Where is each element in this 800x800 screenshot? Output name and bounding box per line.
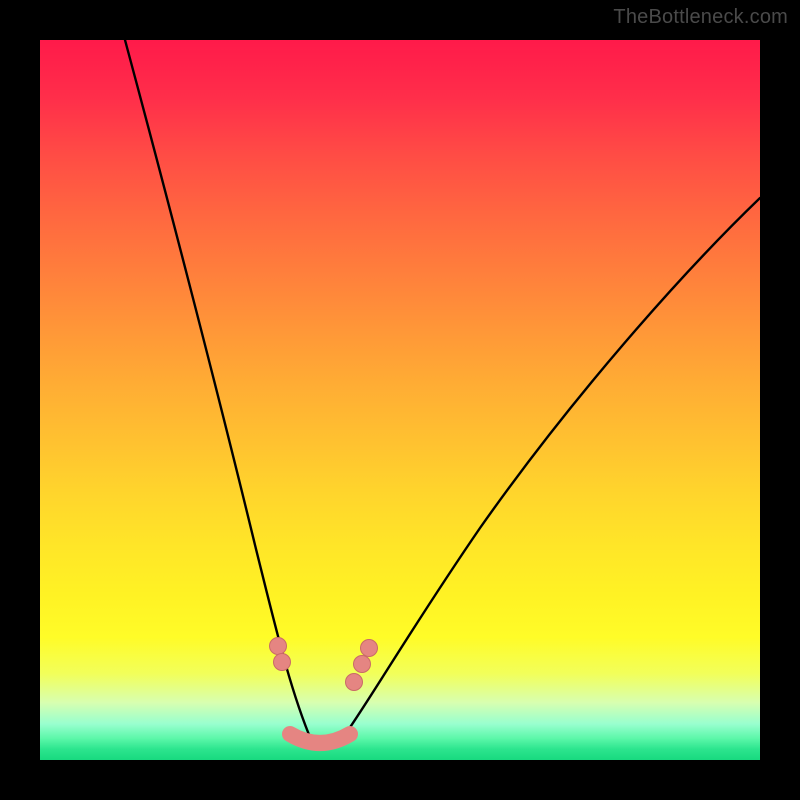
plot-area [40,40,760,760]
marker-right-1 [346,674,363,691]
marker-left-2 [274,654,291,671]
marker-right-3 [361,640,378,657]
marker-right-2 [354,656,371,673]
watermark-text: TheBottleneck.com [613,6,788,29]
floor-segment [290,734,350,743]
left-curve [125,40,312,742]
marker-left-1 [270,638,287,655]
chart-frame: TheBottleneck.com [0,0,800,800]
curves-layer [40,40,760,760]
right-curve [340,198,760,742]
